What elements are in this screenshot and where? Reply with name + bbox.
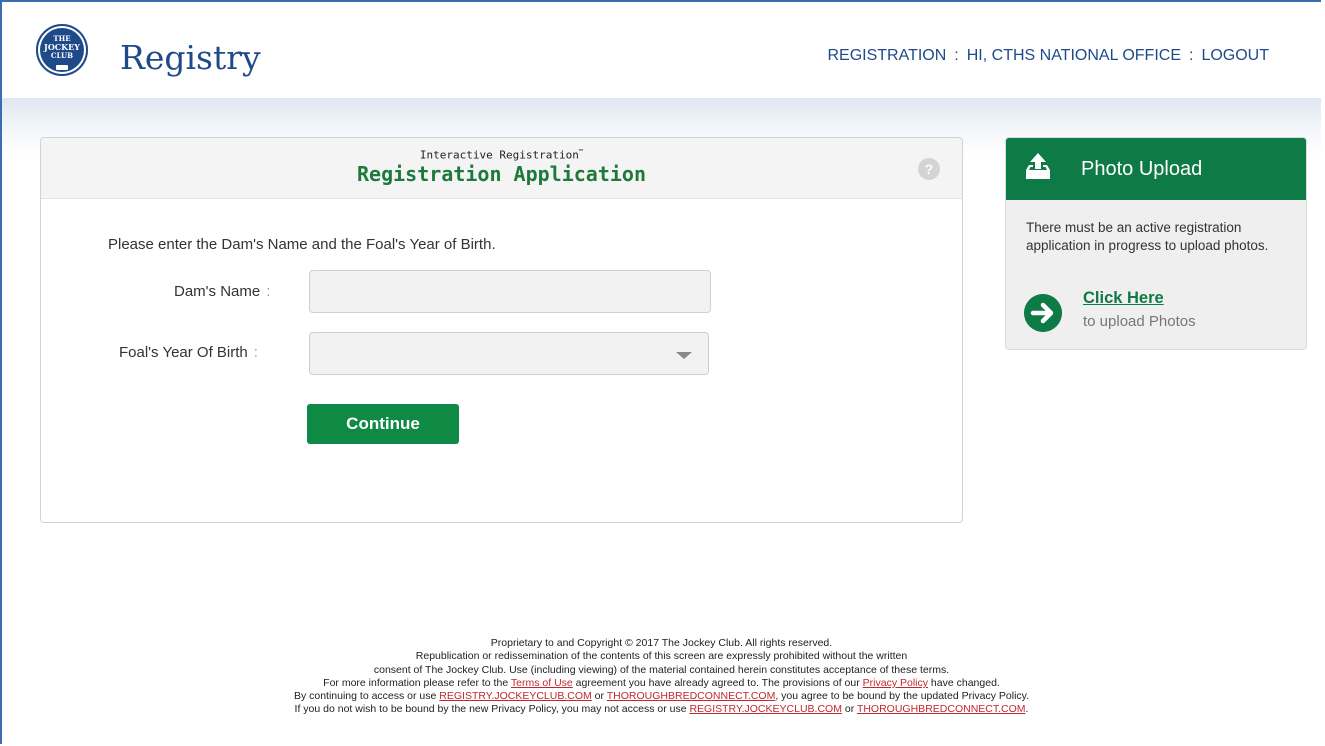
thoroughbredconnect-link[interactable]: THOROUGHBREDCONNECT.COM — [857, 703, 1026, 715]
photo-upload-card: Photo Upload There must be an active reg… — [1005, 137, 1307, 350]
continue-button[interactable]: Continue — [307, 404, 459, 444]
terms-of-use-link[interactable]: Terms of Use — [511, 677, 573, 689]
footer-terms-line: For more information please refer to the… — [323, 676, 1000, 689]
interactive-registration-label: Interactive Registration™ — [419, 148, 584, 162]
nav-separator: : — [1188, 47, 1194, 64]
nav-separator: : — [954, 47, 959, 64]
arrow-right-circle-icon[interactable] — [1024, 294, 1062, 332]
registry-site-link[interactable]: REGISTRY.JOCKEYCLUB.COM — [439, 690, 591, 702]
footer-copyright: Proprietary to and Copyright © 2017 The … — [490, 637, 833, 649]
upload-photos-subtext: to upload Photos — [1083, 313, 1196, 330]
panel-header: Interactive Registration™ Registration A… — [41, 138, 962, 199]
registration-application-panel: Interactive Registration™ Registration A… — [40, 137, 963, 523]
privacy-policy-link[interactable]: Privacy Policy — [863, 677, 928, 689]
upload-tray-icon — [1026, 153, 1050, 179]
chevron-down-icon[interactable] — [676, 352, 692, 359]
top-nav: REGISTRATION: HI, CTHS NATIONAL OFFICE: LO… — [827, 47, 1269, 65]
photo-upload-header: Photo Upload — [1006, 138, 1306, 200]
nav-registration-link[interactable]: REGISTRATION — [827, 47, 946, 64]
site-header: THE JOCKEY CLUB Registry REGISTRATION: HI… — [2, 2, 1321, 98]
upload-photos-link[interactable]: Click Here — [1083, 289, 1164, 308]
footer-continuing-line: By continuing to access or use REGISTRY.… — [293, 690, 1030, 703]
jockey-club-seal-logo[interactable]: THE JOCKEY CLUB — [36, 24, 88, 76]
photo-upload-title: Photo Upload — [1081, 158, 1203, 180]
user-greeting[interactable]: HI, CTHS NATIONAL OFFICE — [967, 47, 1181, 64]
footer-legal: Proprietary to and Copyright © 2017 The … — [2, 637, 1321, 717]
thoroughbredconnect-link[interactable]: THOROUGHBREDCONNECT.COM — [607, 690, 776, 702]
footer-opt-out-line: If you do not wish to be bound by the ne… — [294, 703, 1029, 716]
registry-logo-text[interactable]: Registry — [120, 38, 261, 78]
form-instructions: Please enter the Dam's Name and the Foal… — [108, 236, 496, 253]
registry-site-link[interactable]: REGISTRY.JOCKEYCLUB.COM — [689, 703, 841, 715]
foal-year-label: Foal's Year Of Birth: — [119, 344, 258, 361]
footer-republication: Republication or redissemination of the … — [415, 650, 908, 663]
footer-consent: consent of The Jockey Club. Use (includi… — [373, 663, 950, 676]
help-icon[interactable]: ? — [918, 158, 940, 180]
foal-year-select[interactable] — [309, 332, 709, 375]
logout-link[interactable]: LOGOUT — [1201, 47, 1269, 64]
photo-upload-message: There must be an active registration app… — [1026, 220, 1269, 253]
dam-name-label: Dam's Name: — [174, 283, 271, 300]
dam-name-input[interactable] — [309, 270, 711, 313]
page-title: Registration Application — [357, 162, 646, 186]
